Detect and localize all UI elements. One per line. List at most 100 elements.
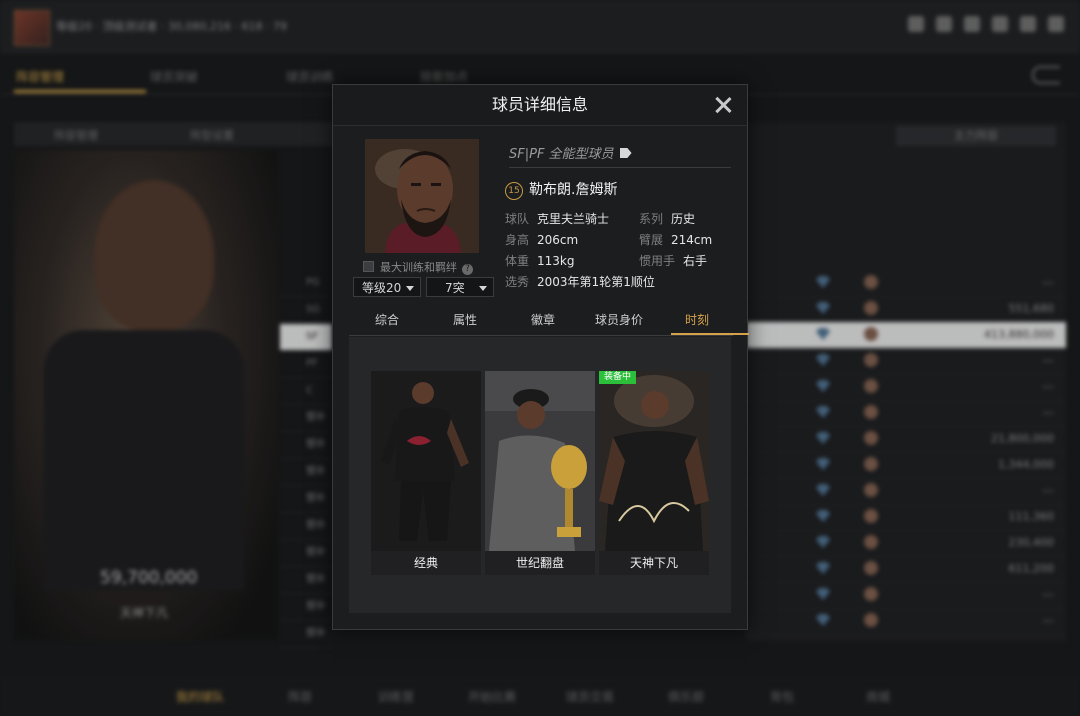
roster-row[interactable]: 413,880,000 bbox=[746, 322, 1066, 349]
max-training-toggle[interactable]: 最大训练和羁绊? bbox=[363, 259, 487, 275]
roster-row[interactable]: --- bbox=[746, 400, 1066, 427]
level-select[interactable]: 等级20 bbox=[353, 277, 421, 297]
moment-card-godlike[interactable]: 装备中 天神下凡 bbox=[599, 371, 709, 575]
roster-row[interactable]: 111,360 bbox=[746, 504, 1066, 531]
roster-row[interactable]: 551,680 bbox=[746, 296, 1066, 323]
roster-position: 替补 bbox=[280, 486, 332, 513]
badge-icon bbox=[864, 535, 878, 549]
badge-icon bbox=[864, 353, 878, 367]
bottom-nav-item[interactable]: 我的球队 bbox=[176, 688, 224, 705]
tab-breakthrough[interactable]: 球员突破 bbox=[150, 68, 198, 85]
tab-training[interactable]: 球员训练 bbox=[286, 68, 334, 85]
diamond-icon bbox=[816, 562, 830, 574]
moment-card-classic[interactable]: 经典 bbox=[371, 371, 481, 575]
roster-row[interactable]: 21,800,000 bbox=[746, 426, 1066, 453]
tab-moments[interactable]: 时刻 bbox=[685, 311, 709, 328]
bottom-nav-item[interactable]: 俱乐部 bbox=[668, 688, 704, 705]
modal-title: 球员详细信息 bbox=[333, 85, 747, 126]
player-jersey bbox=[44, 330, 244, 590]
roster-value: --- bbox=[1042, 380, 1054, 393]
breakthrough-select[interactable]: 7突 bbox=[426, 277, 494, 297]
tab-overview[interactable]: 综合 bbox=[375, 311, 399, 328]
roster-value: --- bbox=[1042, 354, 1054, 367]
roster-value: --- bbox=[1042, 276, 1054, 289]
diamond-icon bbox=[816, 406, 830, 418]
diamond-icon bbox=[816, 614, 830, 626]
attr-hand: 惯用手 右手 bbox=[639, 254, 708, 268]
diamond-icon bbox=[816, 458, 830, 470]
diamond-icon bbox=[816, 354, 830, 366]
roster-position: 替补 bbox=[280, 594, 332, 621]
roster-position: 替补 bbox=[280, 621, 332, 648]
roster-value: 1,344,000 bbox=[998, 458, 1054, 471]
roster-row[interactable]: --- bbox=[746, 270, 1066, 297]
bottom-nav-item[interactable]: 球员交易 bbox=[566, 688, 614, 705]
close-icon[interactable] bbox=[713, 95, 733, 115]
roster-row[interactable]: 1,344,000 bbox=[746, 452, 1066, 479]
attr-wingspan: 臂展 214cm bbox=[639, 233, 713, 247]
roster-row[interactable]: --- bbox=[746, 582, 1066, 609]
roster-row[interactable]: --- bbox=[746, 374, 1066, 401]
moment-art bbox=[371, 371, 481, 551]
user-info: 等级20 · 顶级测试者 · 30,080,216 · 618 · 79 bbox=[56, 20, 287, 33]
bottom-nav-item[interactable]: 训练营 bbox=[378, 688, 414, 705]
moment-card-comeback[interactable]: 世纪翻盘 bbox=[485, 371, 595, 575]
badge-icon bbox=[864, 379, 878, 393]
position-type: SF|PF 全能型球员 bbox=[509, 143, 731, 168]
badge-icon bbox=[864, 301, 878, 315]
video-icon[interactable] bbox=[992, 16, 1008, 32]
roster-row[interactable]: 611,200 bbox=[746, 556, 1066, 583]
friends-icon[interactable] bbox=[908, 16, 924, 32]
roster-row[interactable]: --- bbox=[746, 478, 1066, 505]
tab-badges[interactable]: 徽章 bbox=[531, 311, 555, 328]
roster-row[interactable]: --- bbox=[746, 348, 1066, 375]
diamond-icon bbox=[816, 536, 830, 548]
subtab-lineup[interactable]: 阵容管理 bbox=[54, 127, 98, 143]
roster-value: --- bbox=[1042, 406, 1054, 419]
badge-icon bbox=[864, 457, 878, 471]
badge-icon bbox=[864, 587, 878, 601]
notice-icon[interactable] bbox=[964, 16, 980, 32]
user-avatar[interactable] bbox=[14, 10, 50, 46]
top-icons bbox=[908, 16, 1064, 32]
moments-panel: 经典 世纪翻盘 装备中 天神下凡 bbox=[349, 337, 731, 613]
diamond-icon bbox=[816, 484, 830, 496]
settings-icon[interactable] bbox=[1020, 16, 1036, 32]
badge-icon bbox=[864, 275, 878, 289]
checkbox-icon[interactable] bbox=[363, 261, 374, 272]
bottom-nav-item[interactable]: 商城 bbox=[866, 688, 890, 705]
player-detail-modal: 球员详细信息 最大训练和羁绊? 等级20 7突 SF|PF 全能型球员 15 勒布… bbox=[332, 84, 749, 630]
moment-art bbox=[485, 371, 595, 551]
exit-icon[interactable] bbox=[1048, 16, 1064, 32]
player-card-label: 天神下凡 bbox=[120, 606, 169, 620]
level-select-value: 等级20 bbox=[362, 281, 402, 295]
tab-underline bbox=[14, 90, 146, 93]
roster-position: 替补 bbox=[280, 513, 332, 540]
attr-weight: 体重 113kg bbox=[505, 254, 575, 268]
back-icon[interactable] bbox=[1032, 66, 1060, 84]
mail-icon[interactable] bbox=[936, 16, 952, 32]
bottom-nav-item[interactable]: 开始比赛 bbox=[468, 688, 516, 705]
roster-value: 230,400 bbox=[1008, 536, 1055, 549]
tab-lineup[interactable]: 阵容管理 bbox=[16, 68, 64, 85]
tab-skills[interactable]: 技能加点 bbox=[420, 68, 468, 85]
roster-row[interactable]: 230,400 bbox=[746, 530, 1066, 557]
moment-label: 经典 bbox=[371, 551, 481, 575]
diamond-icon bbox=[816, 432, 830, 444]
tag-icon[interactable] bbox=[619, 148, 632, 158]
position-column: PG SG SF PF C 替补 替补 替补 替补 替补 替补 替补 替补 替补 bbox=[280, 270, 332, 648]
chevron-down-icon bbox=[406, 286, 414, 291]
badge-icon bbox=[864, 509, 878, 523]
player-portrait bbox=[365, 139, 479, 253]
tab-attributes[interactable]: 属性 bbox=[453, 311, 477, 328]
bottom-nav-item[interactable]: 背包 bbox=[770, 688, 794, 705]
attr-draft: 选秀 2003年第1轮第1顺位 bbox=[505, 275, 655, 289]
roster-header[interactable]: 主力阵容 bbox=[896, 126, 1056, 146]
bottom-nav-item[interactable]: 阵容 bbox=[288, 688, 312, 705]
tab-player-value[interactable]: 球员身价 bbox=[595, 311, 643, 328]
roster-value: 413,880,000 bbox=[984, 328, 1054, 341]
roster-row[interactable]: --- bbox=[746, 608, 1066, 635]
subtab-formation[interactable]: 阵型设置 bbox=[190, 127, 234, 143]
help-icon[interactable]: ? bbox=[462, 264, 473, 275]
diamond-icon bbox=[816, 380, 830, 392]
